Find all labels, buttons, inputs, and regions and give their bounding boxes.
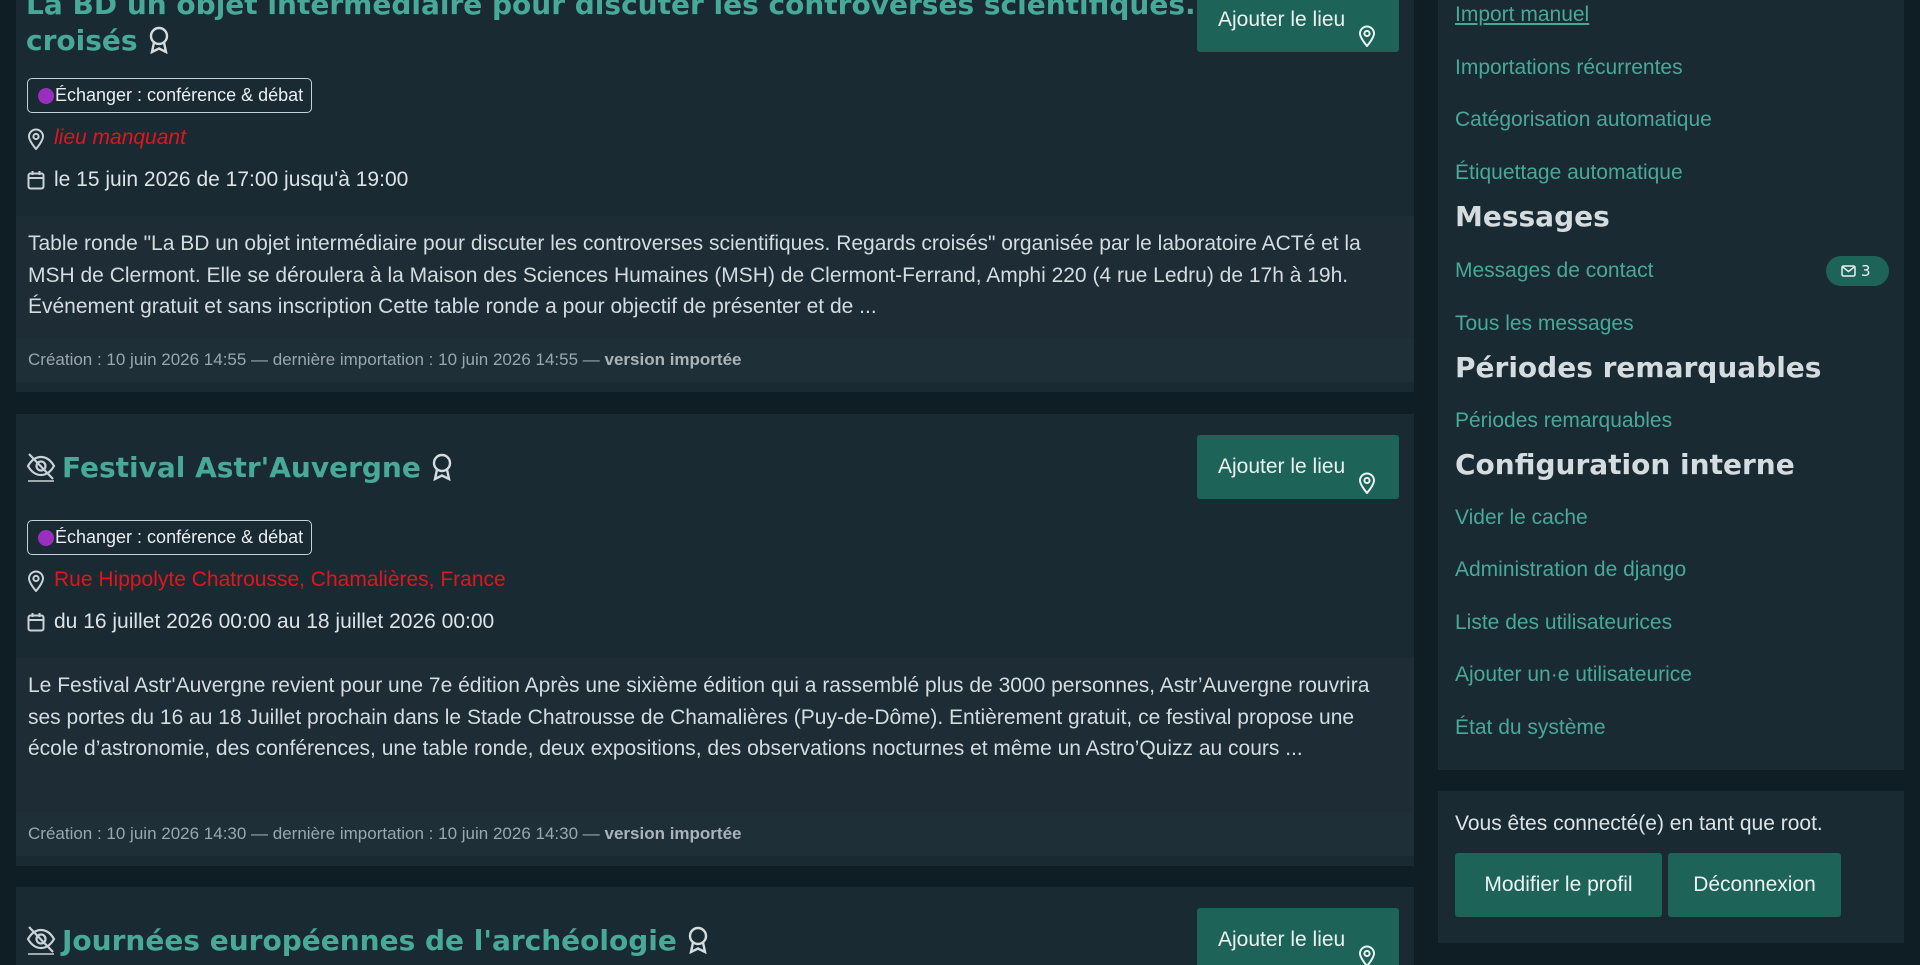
message-count: 3 — [1861, 262, 1871, 280]
message-count-badge: 3 — [1826, 256, 1889, 286]
periods-heading: Périodes remarquables — [1455, 351, 1822, 384]
award-icon — [148, 26, 170, 63]
all-messages-link[interactable]: Tous les messages — [1455, 312, 1634, 336]
contact-messages-link[interactable]: Messages de contact — [1455, 259, 1653, 283]
date-text: du 16 juillet 2026 00:00 au 18 juillet 2… — [54, 610, 495, 633]
periods-link[interactable]: Périodes remarquables — [1455, 409, 1672, 433]
event-location: lieu manquant — [27, 124, 186, 152]
event-title-text[interactable]: Festival Astr'Auvergne — [62, 451, 421, 484]
config-heading: Configuration interne — [1455, 448, 1795, 481]
date-text: le 15 juin 2026 de 17:00 jusqu'à 19:00 — [54, 168, 409, 191]
import-manual-link[interactable]: Import manuel — [1455, 3, 1589, 27]
location-text: Rue Hippolyte Chatrousse, Chamalières, F… — [54, 568, 506, 591]
location-text: lieu manquant — [54, 126, 186, 149]
category-label: Échanger : conférence & débat — [55, 527, 304, 547]
event-footer: Création : 10 juin 2026 14:30 — dernière… — [16, 812, 1414, 856]
calendar-icon — [27, 170, 45, 198]
logged-in-text: Vous êtes connecté(e) en tant que root. — [1455, 812, 1823, 835]
category-label: Échanger : conférence & débat — [55, 85, 304, 105]
map-pin-icon — [27, 128, 45, 158]
add-place-button[interactable]: Ajouter le lieu — [1197, 908, 1399, 965]
event-title[interactable]: Journées européennes de l'archéologie — [26, 923, 709, 964]
category-tag: Échanger : conférence & débat — [27, 520, 313, 555]
auto-categorization-link[interactable]: Catégorisation automatique — [1455, 108, 1712, 132]
django-admin-link[interactable]: Administration de django — [1455, 558, 1686, 582]
edit-profile-button[interactable]: Modifier le profil — [1455, 853, 1662, 917]
add-user-link[interactable]: Ajouter un·e utilisateurice — [1455, 663, 1692, 687]
event-title[interactable]: La BD un objet intermédiaire pour discut… — [26, 0, 1335, 63]
event-date: le 15 juin 2026 de 17:00 jusqu'à 19:00 — [27, 166, 408, 194]
admin-sidebar: Import manuel Importations récurrentes C… — [1438, 0, 1904, 770]
award-icon — [687, 926, 709, 963]
event-title-line2[interactable]: croisés — [26, 24, 138, 57]
calendar-icon — [27, 612, 45, 640]
users-list-link[interactable]: Liste des utilisateurices — [1455, 611, 1672, 635]
event-title-text[interactable]: Journées européennes de l'archéologie — [62, 924, 677, 957]
logout-button[interactable]: Déconnexion — [1668, 853, 1841, 917]
map-pin-icon — [27, 570, 45, 600]
version-label: version importée — [604, 350, 742, 369]
footer-dates: Création : 10 juin 2026 14:30 — dernière… — [28, 824, 600, 843]
page: La BD un objet intermédiaire pour discut… — [0, 0, 1920, 965]
clear-cache-link[interactable]: Vider le cache — [1455, 506, 1588, 530]
user-panel: Vous êtes connecté(e) en tant que root. … — [1438, 791, 1904, 943]
mail-icon — [1841, 265, 1856, 277]
hidden-eye-icon — [26, 452, 56, 491]
event-card: La BD un objet intermédiaire pour discut… — [16, 0, 1414, 392]
footer-dates: Création : 10 juin 2026 14:55 — dernière… — [28, 350, 600, 369]
add-place-label: Ajouter le lieu — [1218, 928, 1346, 951]
event-description: Le Festival Astr'Auvergne revient pour u… — [16, 658, 1414, 812]
map-pin-icon — [1358, 9, 1376, 73]
add-place-label: Ajouter le lieu — [1218, 8, 1346, 31]
recurring-imports-link[interactable]: Importations récurrentes — [1455, 56, 1683, 80]
event-card: Festival Astr'Auvergne Ajouter le lieu É… — [16, 414, 1414, 866]
system-status-link[interactable]: État du système — [1455, 716, 1606, 740]
add-place-label: Ajouter le lieu — [1218, 455, 1346, 478]
event-date: du 16 juillet 2026 00:00 au 18 juillet 2… — [27, 608, 494, 636]
event-card: Journées européennes de l'archéologie Aj… — [16, 887, 1414, 965]
category-dot — [38, 530, 54, 546]
event-footer: Création : 10 juin 2026 14:55 — dernière… — [16, 338, 1414, 382]
map-pin-icon — [1358, 929, 1376, 965]
award-icon — [431, 453, 453, 490]
category-tag: Échanger : conférence & débat — [27, 78, 313, 113]
event-description: Table ronde "La BD un objet intermédiair… — [16, 216, 1414, 338]
event-title-line1[interactable]: La BD un objet intermédiaire pour discut… — [26, 0, 1335, 21]
version-label: version importée — [604, 824, 742, 843]
hidden-eye-icon — [26, 925, 56, 964]
add-place-button[interactable]: Ajouter le lieu — [1197, 435, 1399, 499]
auto-tagging-link[interactable]: Étiquettage automatique — [1455, 161, 1683, 185]
event-location: Rue Hippolyte Chatrousse, Chamalières, F… — [27, 566, 506, 594]
event-title[interactable]: Festival Astr'Auvergne — [26, 450, 453, 491]
messages-heading: Messages — [1455, 200, 1610, 233]
map-pin-icon — [1358, 456, 1376, 520]
add-place-button[interactable]: Ajouter le lieu — [1197, 0, 1399, 52]
category-dot — [38, 88, 54, 104]
